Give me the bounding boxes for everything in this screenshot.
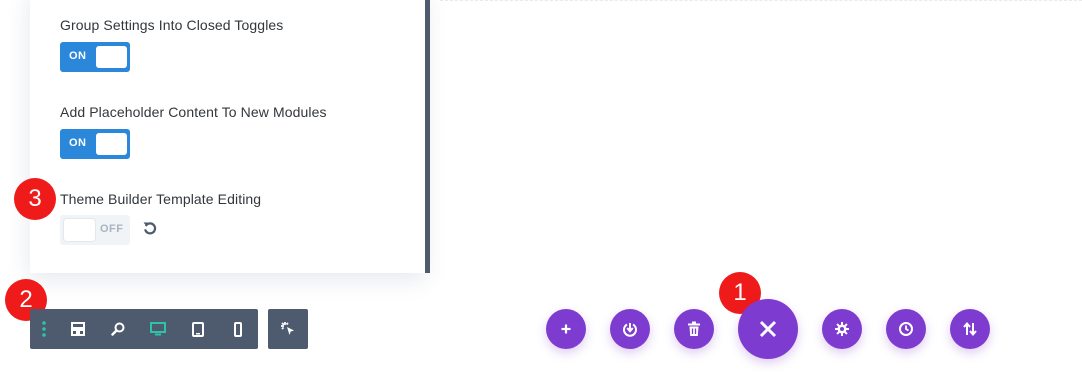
clear-layout-button[interactable] [674, 309, 714, 349]
toggle-knob [96, 133, 127, 155]
page-settings-icon [834, 321, 850, 337]
callout-badge-3: 3 [14, 178, 56, 220]
toggle-knob [96, 46, 127, 68]
portability-icon [622, 321, 638, 337]
sort-button[interactable] [950, 309, 990, 349]
toggle-state-label: ON [69, 137, 87, 149]
setting-placeholder-content: Add Placeholder Content To New Modules [60, 104, 327, 120]
undo-icon[interactable] [142, 220, 158, 236]
setting-label: Theme Builder Template Editing [60, 191, 262, 207]
desktop-view-icon[interactable] [138, 309, 178, 349]
setting-label: Add Placeholder Content To New Modules [60, 104, 327, 120]
phone-view-icon[interactable] [218, 309, 258, 349]
setting-label: Group Settings Into Closed Toggles [60, 17, 284, 33]
clear-layout-icon [687, 321, 701, 337]
click-mode-icon [280, 321, 296, 337]
group-toggles-switch[interactable]: ON [60, 42, 130, 72]
drag-handle-icon[interactable] [30, 309, 58, 349]
portability-button[interactable] [610, 309, 650, 349]
zoom-icon[interactable] [98, 309, 138, 349]
wireframe-view-icon[interactable] [58, 309, 98, 349]
section-outline [440, 0, 1082, 1]
close-icon [759, 320, 777, 338]
toggle-knob [64, 219, 95, 241]
close-builder-button[interactable] [738, 299, 798, 359]
add-button[interactable] [546, 309, 586, 349]
history-button[interactable] [886, 309, 926, 349]
responsive-view-toolbar [30, 309, 258, 349]
tablet-view-icon[interactable] [178, 309, 218, 349]
history-icon [898, 321, 914, 337]
toggle-state-label: OFF [100, 223, 124, 235]
panel-scrollbar[interactable] [425, 0, 430, 273]
placeholder-content-switch[interactable]: ON [60, 129, 130, 159]
click-mode-button[interactable] [268, 309, 308, 349]
sort-icon [962, 321, 978, 337]
setting-group-closed-toggles: Group Settings Into Closed Toggles [60, 17, 283, 33]
theme-builder-editing-switch[interactable]: OFF [60, 215, 130, 245]
add-icon [560, 323, 572, 335]
setting-theme-builder-editing: Theme Builder Template Editing [60, 191, 261, 207]
page-settings-button[interactable] [822, 309, 862, 349]
visual-builder-page: Group Settings Into Closed Toggles ON Ad… [0, 0, 1082, 374]
toggle-state-label: ON [69, 50, 87, 62]
